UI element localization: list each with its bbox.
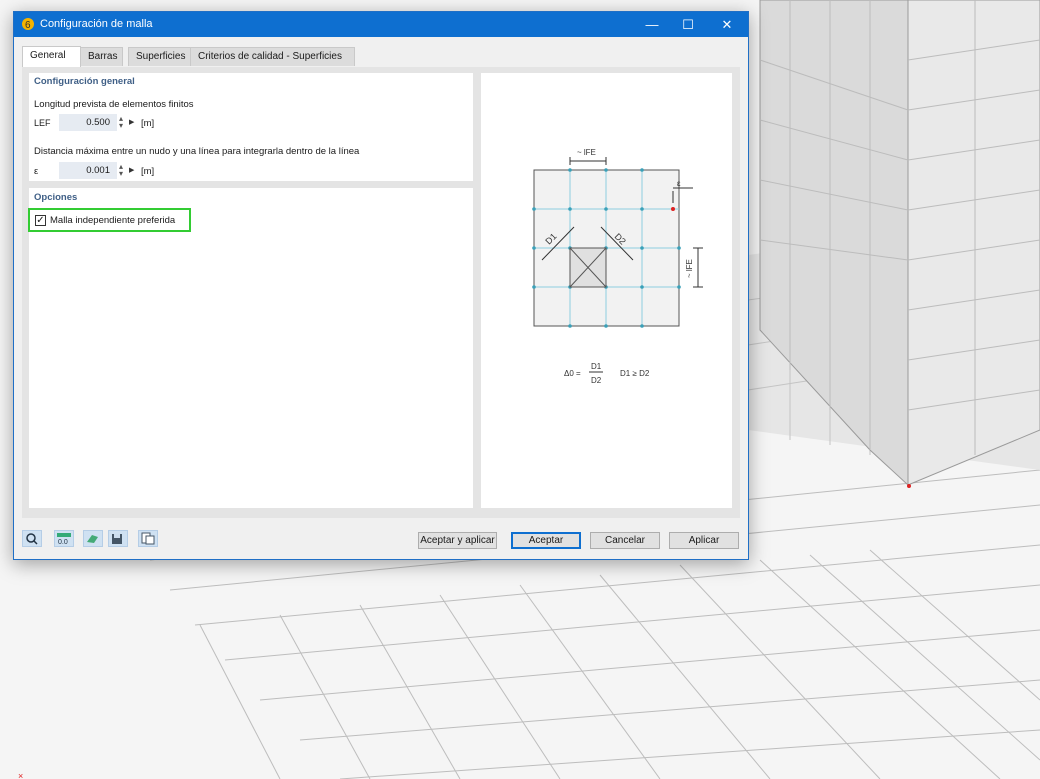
copy-icon[interactable] (138, 530, 158, 547)
tab-general[interactable]: General (22, 46, 81, 67)
diagram-panel: ~ lFE ε ~ lFE D1 D2 Δ0 = D1 D2 D1 ≥ D2 (481, 73, 732, 508)
fe-length-arrow-right[interactable]: ▶ (129, 114, 137, 131)
tab-members[interactable]: Barras (80, 47, 123, 66)
general-settings-panel: Configuración general Longitud prevista … (29, 73, 473, 181)
svg-text:6: 6 (25, 20, 31, 31)
save-icon[interactable] (108, 530, 128, 547)
accept-button[interactable]: Aceptar (511, 532, 581, 549)
cancel-button[interactable]: Cancelar (590, 532, 660, 549)
search-help-icon[interactable] (22, 530, 42, 547)
dialog-title: Configuración de malla (40, 18, 153, 30)
accept-and-apply-button[interactable]: Aceptar y aplicar (418, 532, 497, 549)
fe-length-symbol: LEF (34, 118, 51, 128)
fe-length-spinner[interactable]: ▴ ▾ (119, 115, 127, 132)
max-distance-symbol: ε (34, 166, 39, 177)
fe-length-label: Longitud prevista de elementos finitos (34, 99, 194, 110)
formula-denominator: D2 (591, 376, 602, 385)
preferred-independent-mesh-label[interactable]: Malla independiente preferida (50, 215, 175, 226)
preferred-independent-mesh-highlight: ✓ Malla independiente preferida (28, 208, 191, 232)
options-panel: Opciones ✓ Malla independiente preferida (28, 188, 473, 508)
minimize-button[interactable]: — (632, 12, 672, 37)
title-bar[interactable]: 6 Configuración de malla — ☐ ✕ (14, 12, 748, 37)
dialog-footer: 0.0 Aceptar y aplicar Aceptar Cancelar A… (14, 522, 748, 559)
tab-content: Configuración general Longitud prevista … (22, 67, 740, 518)
svg-text:×: × (18, 771, 23, 779)
epsilon-label: ε (677, 179, 681, 188)
max-distance-input[interactable]: 0.001 (59, 162, 117, 179)
lfe-side-label: ~ lFE (685, 259, 694, 278)
formula-left: Δ0 = (564, 369, 581, 378)
apply-button[interactable]: Aplicar (669, 532, 739, 549)
svg-text:0.0: 0.0 (58, 539, 68, 546)
maximize-button[interactable]: ☐ (668, 12, 708, 37)
tab-surfaces[interactable]: Superficies (128, 47, 192, 66)
preferred-independent-mesh-checkbox[interactable]: ✓ (35, 215, 46, 226)
fe-length-input[interactable]: 0.500 (59, 114, 117, 131)
close-button[interactable]: ✕ (707, 12, 747, 37)
max-distance-arrow-right[interactable]: ▶ (129, 162, 137, 179)
units-icon[interactable]: 0.0 (54, 530, 74, 547)
general-settings-title: Configuración general (34, 76, 135, 87)
formula-right: D1 ≥ D2 (620, 369, 650, 378)
max-distance-unit: [m] (141, 166, 155, 177)
max-distance-label: Distancia máxima entre un nudo y una lín… (34, 146, 360, 157)
max-distance-spinner[interactable]: ▴ ▾ (119, 163, 127, 180)
app-icon: 6 (22, 18, 34, 31)
mesh-settings-dialog: 6 Configuración de malla — ☐ ✕ General B… (13, 11, 749, 560)
options-title: Opciones (34, 192, 78, 203)
mesh-diagram: ~ lFE ε ~ lFE D1 D2 Δ0 = D1 D2 D1 ≥ D2 (532, 148, 703, 385)
tab-quality-criteria-surfaces[interactable]: Criterios de calidad - Superficies (190, 47, 355, 66)
load-icon[interactable] (83, 530, 103, 547)
lfe-top-label: ~ lFE (577, 148, 596, 157)
fe-length-unit: [m] (141, 118, 155, 129)
formula-numerator: D1 (591, 362, 602, 371)
